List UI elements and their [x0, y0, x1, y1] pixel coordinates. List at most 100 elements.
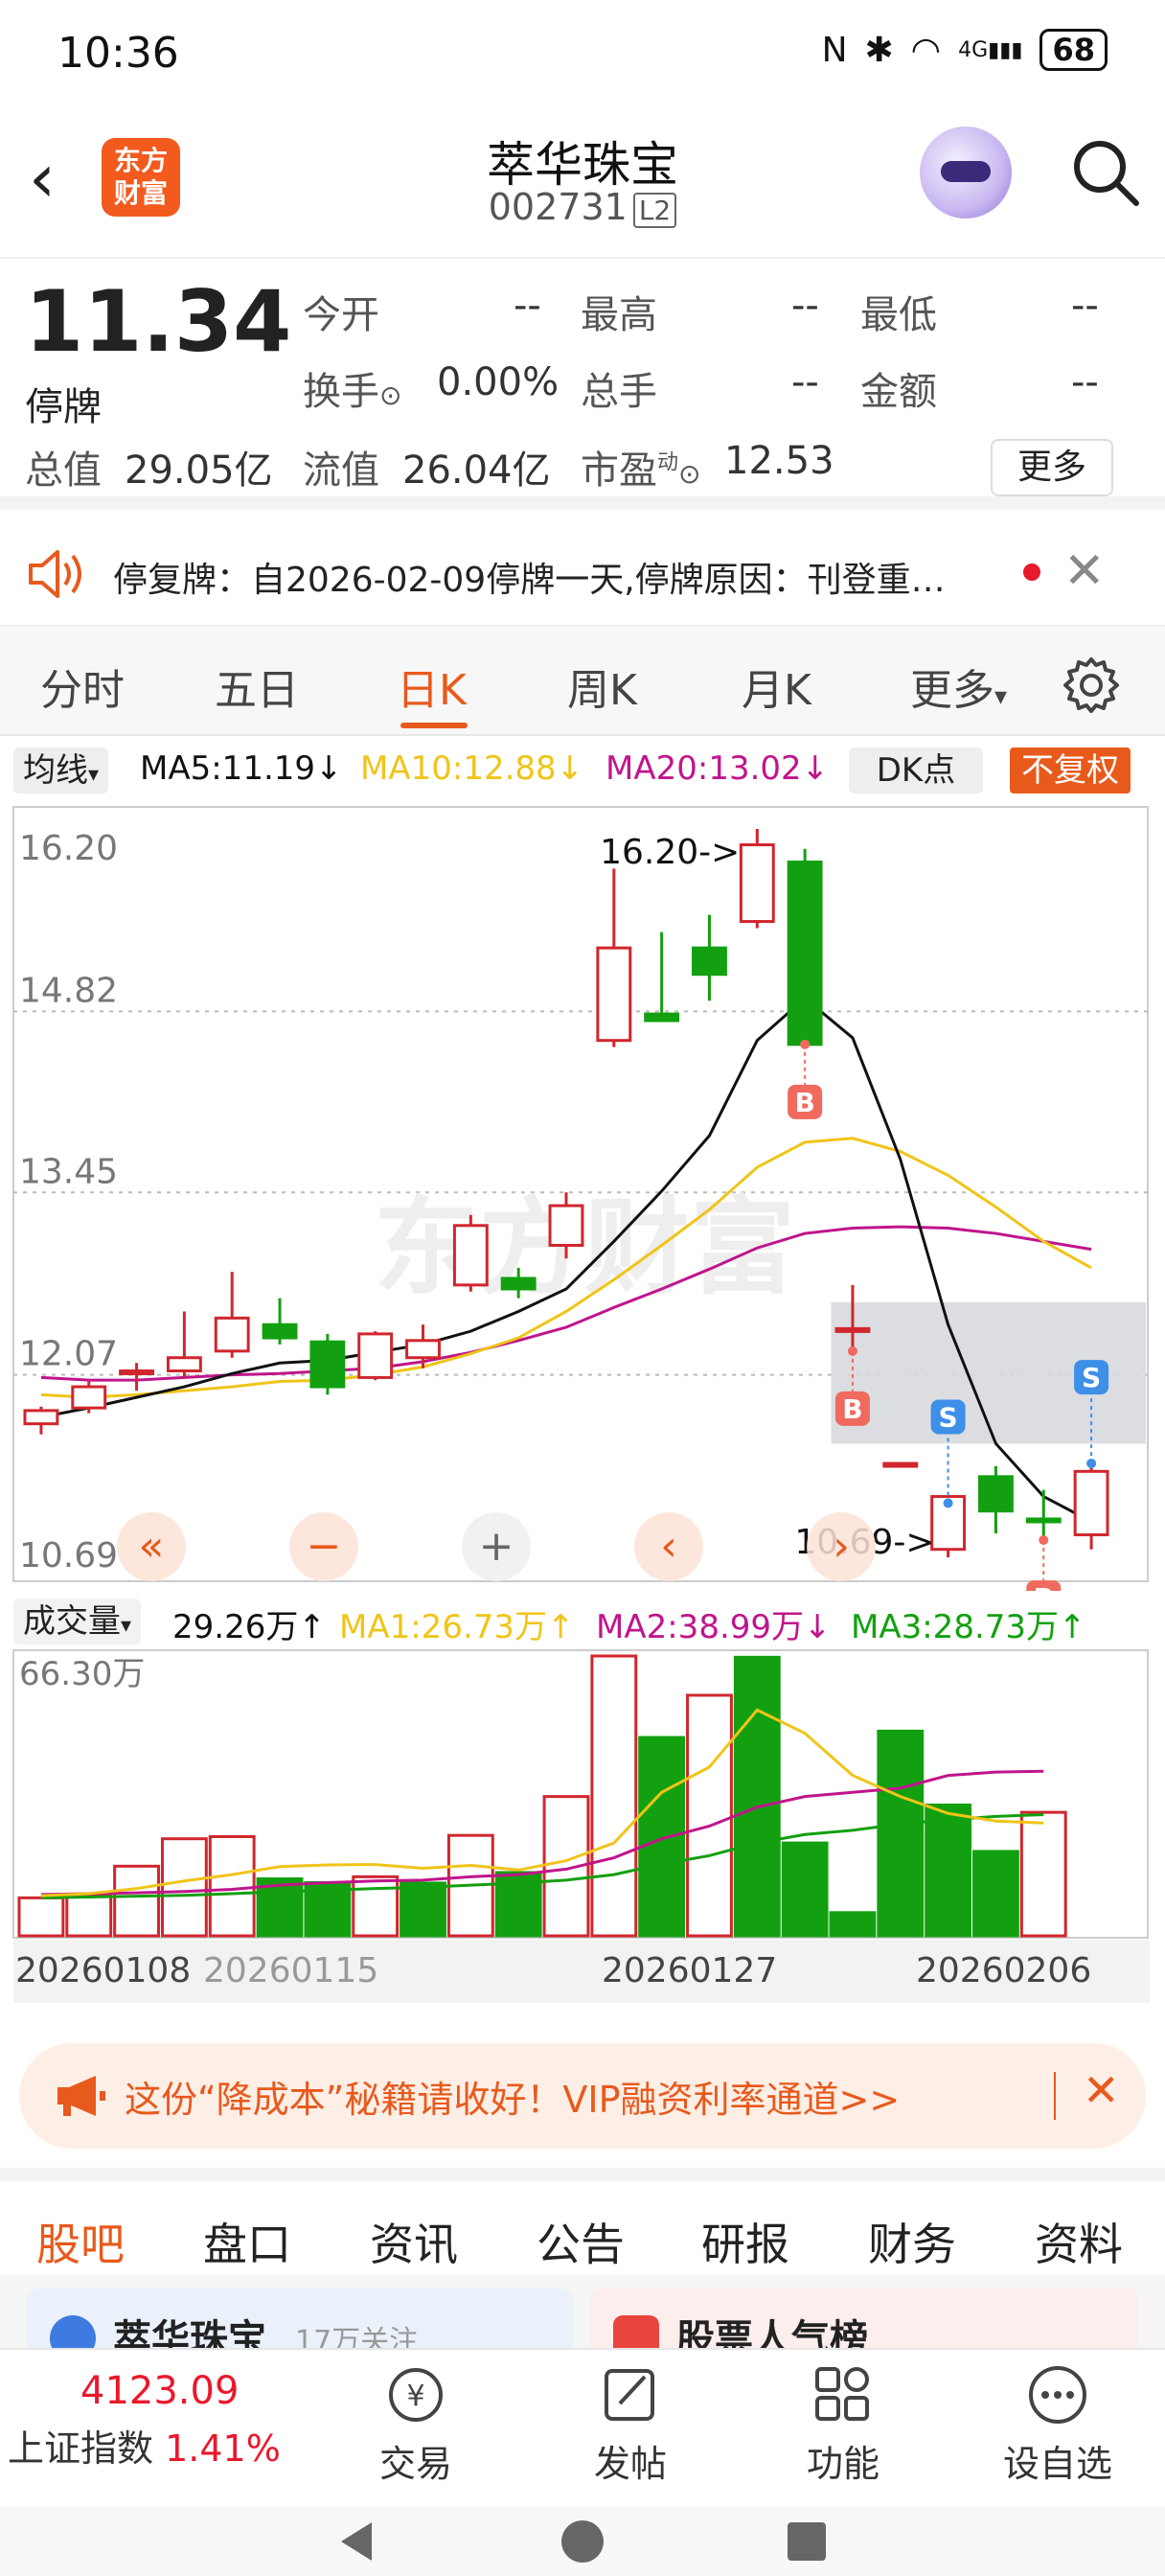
- tab-weekly-k[interactable]: 周K: [567, 656, 637, 717]
- mcap-value: 29.05亿: [125, 448, 273, 493]
- promo-banner[interactable]: 这份“降成本”秘籍请收好！VIP融资利率通道>> ✕: [19, 2043, 1146, 2149]
- tab-profile[interactable]: 资料: [1035, 2210, 1123, 2273]
- level-badge: L2: [632, 193, 677, 228]
- signal-label: B: [794, 1087, 814, 1118]
- candle-body: [23, 1409, 59, 1426]
- scroll-left-fast-icon: «: [139, 1522, 165, 1571]
- volume-bar: [113, 1864, 160, 1938]
- status-time: 10:36: [57, 29, 179, 78]
- feature-cards: 萃华珠宝 17万关注 股票人气榜: [0, 2275, 1165, 2348]
- active-tab-indicator: [400, 723, 468, 728]
- volume-value: --: [791, 360, 819, 404]
- notice-text: 停复牌：自2026-02-09停牌一天,停牌原因：刊登重…: [113, 561, 946, 600]
- settings-gear-icon[interactable]: [1062, 656, 1121, 715]
- status-icons: N ✱ ◠ 4G▮▮▮ 68: [822, 29, 1108, 71]
- low-label: 最低: [860, 293, 937, 337]
- info-icon: ⊙: [379, 380, 402, 411]
- close-icon[interactable]: ✕: [1063, 542, 1106, 600]
- nav-watchlist[interactable]: 设自选: [981, 2363, 1134, 2487]
- nav-post[interactable]: 发帖: [554, 2363, 707, 2487]
- nav-functions[interactable]: 功能: [766, 2363, 920, 2487]
- candle-body: [977, 1475, 1014, 1513]
- tab-news[interactable]: 资讯: [370, 2210, 458, 2273]
- ma-selector[interactable]: 均线▾: [13, 748, 109, 794]
- last-price: 11.34: [25, 272, 292, 371]
- candle-body: [739, 843, 775, 924]
- tab-more[interactable]: 更多▾: [910, 656, 1007, 717]
- back-triangle-icon[interactable]: [333, 2518, 379, 2564]
- open-label: 今开: [303, 293, 379, 337]
- tab-orderbook[interactable]: 盘口: [203, 2210, 291, 2273]
- kline-chart[interactable]: 16.20 14.82 13.45 12.07 10.69 东方财富 B B S B S 16.20-…: [0, 795, 1165, 1591]
- scroll-left-icon: ‹: [660, 1522, 677, 1571]
- nav-trade[interactable]: ¥ 交易: [339, 2363, 492, 2487]
- ma5-label: MA5:11.19↓: [140, 749, 343, 788]
- signal-dot: [800, 1039, 811, 1049]
- dk-point-button[interactable]: DK点: [849, 748, 983, 794]
- grid-icon: [815, 2367, 869, 2421]
- quote-panel: 11.34 停牌 今开 -- 最高 -- 最低 -- 换手⊙ 0.00% 总手 …: [0, 261, 1165, 510]
- status-bar: 10:36 N ✱ ◠ 4G▮▮▮ 68: [0, 0, 1165, 105]
- volume-bar: [590, 1654, 638, 1938]
- open-value: --: [514, 284, 541, 328]
- volume-bar: [781, 1841, 829, 1938]
- volume-bar: [972, 1850, 1019, 1938]
- index-ticker[interactable]: 4123.09 上证指数 1.41%: [0, 2369, 287, 2472]
- more-button[interactable]: 更多: [991, 439, 1113, 496]
- turnover-label: 换手⊙: [303, 370, 402, 414]
- candle-body: [1025, 1517, 1062, 1524]
- tab-daily-k[interactable]: 日K: [397, 656, 467, 717]
- vol-ma3-label: MA3:28.73万↑: [851, 1608, 1086, 1646]
- signal-label: B: [842, 1393, 862, 1425]
- y-tick-label: 10.69: [19, 1536, 118, 1576]
- signal-dot: [1086, 1459, 1097, 1469]
- volume-chart[interactable]: 66.30万: [0, 1646, 1165, 1940]
- volume-bar: [352, 1874, 400, 1938]
- vol-ma2-label: MA2:38.99万↓: [596, 1608, 832, 1646]
- more-dots-icon: [1029, 2366, 1086, 2424]
- tab-announcements[interactable]: 公告: [537, 2210, 625, 2273]
- popularity-rank-card[interactable]: 股票人气榜: [590, 2288, 1138, 2348]
- y-tick-label: 12.07: [19, 1335, 118, 1374]
- float-label: 流值: [303, 448, 379, 493]
- adjust-button[interactable]: 不复权: [1010, 748, 1131, 794]
- tab-five-day[interactable]: 五日: [215, 656, 299, 717]
- search-icon[interactable]: [1067, 134, 1144, 211]
- signal-dot: [1039, 1535, 1049, 1546]
- stock-forum-card[interactable]: 萃华珠宝 17万关注: [27, 2288, 573, 2348]
- tab-intraday[interactable]: 分时: [40, 656, 125, 717]
- date-label: 20260108: [15, 1951, 192, 1990]
- volume-bar: [733, 1655, 781, 1938]
- recents-square-icon[interactable]: [786, 2520, 828, 2563]
- section-tabs: 股吧 盘口 资讯 公告 研报 财务 资料: [0, 2168, 1165, 2285]
- ma-legend: 均线▾ MA5:11.19↓ MA10:12.88↓ MA20:13.02↓ D…: [0, 742, 1165, 795]
- tab-forum[interactable]: 股吧: [36, 2210, 125, 2273]
- assistant-robot-icon[interactable]: [920, 126, 1012, 218]
- candle-body: [119, 1369, 155, 1376]
- halt-notice[interactable]: 停复牌：自2026-02-09停牌一天,停牌原因：刊登重… ✕: [0, 523, 1165, 627]
- wifi-icon: ◠: [910, 30, 942, 70]
- tab-research[interactable]: 研报: [701, 2210, 789, 2273]
- bottom-nav: 4123.09 上证指数 1.41% ¥ 交易 发帖 功能 设自选: [0, 2348, 1165, 2507]
- y-tick-label: 13.45: [19, 1152, 118, 1191]
- signal-label: B: [1034, 1582, 1054, 1591]
- period-tabs: 分时 五日 日K 周K 月K 更多▾: [0, 627, 1165, 736]
- candle-body: [452, 1224, 489, 1287]
- volume-bar: [1019, 1810, 1067, 1938]
- volume-selector[interactable]: 成交量▾: [13, 1598, 142, 1644]
- volume-label: 总手: [581, 370, 657, 414]
- volume-bar: [208, 1835, 256, 1938]
- svg-text:¥: ¥: [406, 2380, 424, 2413]
- candle-body: [548, 1204, 584, 1247]
- amount-value: --: [1071, 360, 1099, 404]
- forum-icon: [50, 2315, 96, 2348]
- pe-label: 市盈动⊙: [581, 448, 701, 493]
- home-circle-icon[interactable]: [560, 2518, 605, 2564]
- turnover-value: 0.00%: [437, 360, 560, 404]
- candle-body: [262, 1322, 298, 1340]
- tab-monthly-k[interactable]: 月K: [742, 656, 811, 717]
- tab-financials[interactable]: 财务: [868, 2210, 956, 2273]
- close-icon[interactable]: ✕: [1083, 2064, 1120, 2116]
- date-label: 20260127: [602, 1951, 778, 1990]
- volume-bar: [17, 1896, 65, 1938]
